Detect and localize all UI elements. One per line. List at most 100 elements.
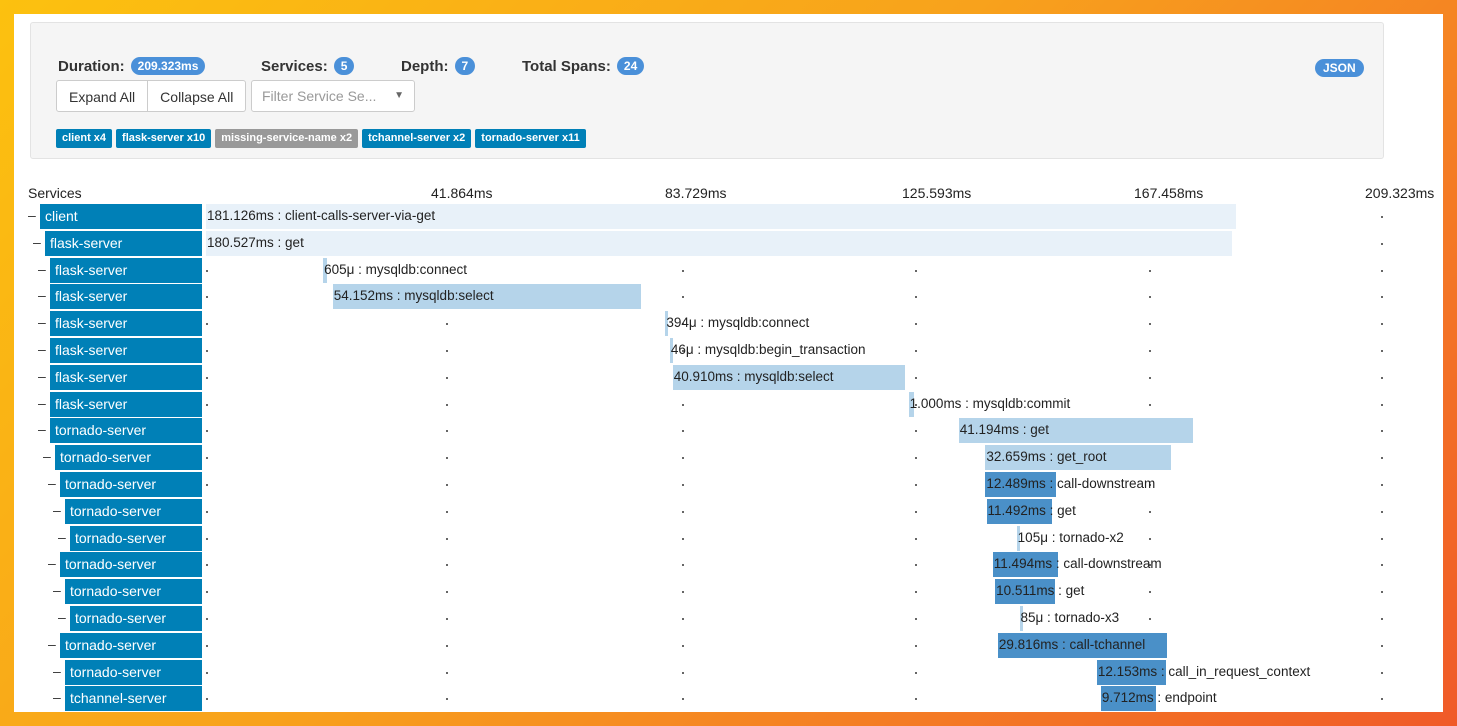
time-tick-label: 41.864ms	[431, 185, 493, 201]
collapse-toggle-icon[interactable]: –	[38, 261, 46, 277]
grid-dot	[682, 457, 684, 459]
json-button[interactable]: JSON	[1315, 59, 1364, 77]
collapse-toggle-icon[interactable]: –	[38, 287, 46, 303]
span-row[interactable]: – tornado-server 11.494ms : call-downstrea…	[14, 552, 1443, 577]
grid-dot	[1149, 350, 1151, 352]
span-row[interactable]: – tornado-server 85μ : tornado-x3	[14, 606, 1443, 631]
service-cell[interactable]: – flask-server	[14, 258, 202, 283]
span-label: 12.153ms : call_in_request_context	[1097, 664, 1311, 679]
grid-dot	[915, 672, 917, 674]
grid-dot	[206, 377, 208, 379]
collapse-toggle-icon[interactable]: –	[38, 395, 46, 411]
grid-dot	[446, 511, 448, 513]
service-cell[interactable]: – tornado-server	[14, 552, 202, 577]
span-row[interactable]: – tornado-server 12.489ms : call-downstrea…	[14, 472, 1443, 497]
service-cell[interactable]: – tornado-server	[14, 633, 202, 658]
span-row[interactable]: – flask-server 1.000ms : mysqldb:commit	[14, 392, 1443, 417]
service-chip[interactable]: tchannel-server x2	[362, 129, 472, 148]
grid-dot	[1381, 538, 1383, 540]
service-chip[interactable]: flask-server x10	[116, 129, 212, 148]
collapse-toggle-icon[interactable]: –	[43, 448, 51, 464]
service-cell[interactable]: – flask-server	[14, 392, 202, 417]
span-track: 105μ : tornado-x2	[206, 526, 1443, 551]
span-row[interactable]: – tchannel-server 9.712ms : endpoint	[14, 686, 1443, 711]
grid-dot	[682, 270, 684, 272]
span-row[interactable]: – tornado-server 11.492ms : get	[14, 499, 1443, 524]
span-row[interactable]: – flask-server 394μ : mysqldb:connect	[14, 311, 1443, 336]
span-row[interactable]: – client 181.126ms : client-calls-server-v…	[14, 204, 1443, 229]
service-cell[interactable]: – tornado-server	[14, 526, 202, 551]
span-row[interactable]: – tornado-server 12.153ms : call_in_reques…	[14, 660, 1443, 685]
span-label: 394μ : mysqldb:connect	[666, 315, 810, 330]
collapse-toggle-icon[interactable]: –	[48, 636, 56, 652]
service-name: tornado-server	[65, 579, 202, 604]
service-cell[interactable]: – tornado-server	[14, 472, 202, 497]
span-bar[interactable]	[206, 231, 1233, 256]
grid-dot	[206, 270, 208, 272]
collapse-toggle-icon[interactable]: –	[53, 663, 61, 679]
grid-dot	[915, 618, 917, 620]
grid-dot	[1381, 350, 1383, 352]
collapse-toggle-icon[interactable]: –	[53, 689, 61, 705]
span-row[interactable]: – flask-server 40.910ms : mysqldb:select	[14, 365, 1443, 390]
service-name: tornado-server	[65, 660, 202, 685]
services-label: Services:	[261, 58, 328, 75]
service-cell[interactable]: – tornado-server	[14, 606, 202, 631]
grid-dot	[446, 484, 448, 486]
service-cell[interactable]: – tornado-server	[14, 579, 202, 604]
service-cell[interactable]: – flask-server	[14, 311, 202, 336]
span-label: 12.489ms : call-downstream	[986, 476, 1156, 491]
service-cell[interactable]: – tornado-server	[14, 660, 202, 685]
grid-dot	[206, 618, 208, 620]
collapse-toggle-icon[interactable]: –	[33, 234, 41, 250]
collapse-toggle-icon[interactable]: –	[38, 341, 46, 357]
grid-dot	[446, 698, 448, 700]
collapse-toggle-icon[interactable]: –	[53, 582, 61, 598]
grid-dot	[915, 296, 917, 298]
span-row[interactable]: – flask-server 180.527ms : get	[14, 231, 1443, 256]
collapse-toggle-icon[interactable]: –	[38, 314, 46, 330]
grid-dot	[682, 538, 684, 540]
duration-stat: Duration: 209.323ms	[58, 57, 206, 75]
service-name: tornado-server	[60, 552, 202, 577]
grid-dot	[682, 511, 684, 513]
span-row[interactable]: – tornado-server 41.194ms : get	[14, 418, 1443, 443]
service-cell[interactable]: – flask-server	[14, 231, 202, 256]
service-chip[interactable]: missing-service-name x2	[215, 129, 359, 148]
collapse-toggle-icon[interactable]: –	[48, 475, 56, 491]
collapse-toggle-icon[interactable]: –	[48, 555, 56, 571]
collapse-toggle-icon[interactable]: –	[58, 529, 66, 545]
service-cell[interactable]: – tornado-server	[14, 499, 202, 524]
collapse-all-button[interactable]: Collapse All	[148, 80, 247, 112]
grid-dot	[1381, 404, 1383, 406]
grid-dot	[1381, 216, 1383, 218]
service-chip[interactable]: client x4	[56, 129, 113, 148]
service-chip[interactable]: tornado-server x11	[475, 129, 586, 148]
span-row[interactable]: – tornado-server 29.816ms : call-tchannel	[14, 633, 1443, 658]
service-cell[interactable]: – tornado-server	[14, 445, 202, 470]
expand-all-button[interactable]: Expand All	[56, 80, 149, 112]
collapse-toggle-icon[interactable]: –	[53, 502, 61, 518]
span-row[interactable]: – flask-server 54.152ms : mysqldb:select	[14, 284, 1443, 309]
span-row[interactable]: – tornado-server 105μ : tornado-x2	[14, 526, 1443, 551]
grid-dot	[1381, 511, 1383, 513]
grid-dot	[1381, 296, 1383, 298]
service-cell[interactable]: – tornado-server	[14, 418, 202, 443]
span-track: 9.712ms : endpoint	[206, 686, 1443, 711]
service-cell[interactable]: – client	[14, 204, 202, 229]
collapse-toggle-icon[interactable]: –	[38, 421, 46, 437]
service-cell[interactable]: – flask-server	[14, 338, 202, 363]
span-row[interactable]: – tornado-server 10.511ms : get	[14, 579, 1443, 604]
span-row[interactable]: – tornado-server 32.659ms : get_root	[14, 445, 1443, 470]
span-row[interactable]: – flask-server 605μ : mysqldb:connect	[14, 258, 1443, 283]
grid-dot	[446, 377, 448, 379]
service-cell[interactable]: – flask-server	[14, 365, 202, 390]
collapse-toggle-icon[interactable]: –	[58, 609, 66, 625]
service-cell[interactable]: – tchannel-server	[14, 686, 202, 711]
service-cell[interactable]: – flask-server	[14, 284, 202, 309]
span-row[interactable]: – flask-server 46μ : mysqldb:begin_transac…	[14, 338, 1443, 363]
service-filter-select[interactable]: Filter Service Se... ▼	[251, 80, 415, 112]
collapse-toggle-icon[interactable]: –	[28, 207, 36, 223]
collapse-toggle-icon[interactable]: –	[38, 368, 46, 384]
span-label: 605μ : mysqldb:connect	[324, 262, 467, 277]
